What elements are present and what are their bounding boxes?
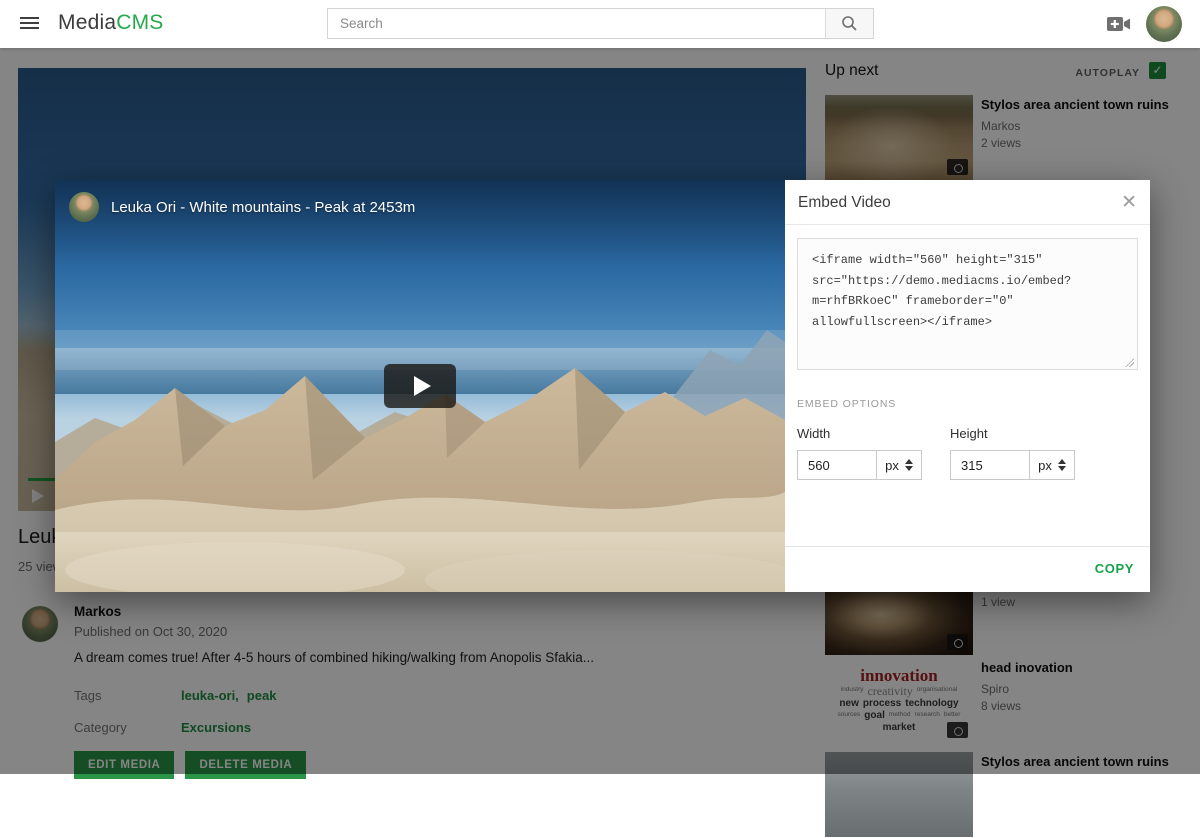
brand-media: Media [58, 11, 116, 34]
stepper-icon [905, 459, 913, 471]
height-input[interactable] [950, 450, 1030, 480]
modal-footer: COPY [785, 546, 1150, 592]
unit-value: px [885, 458, 899, 473]
width-label: Width [797, 426, 922, 441]
close-icon[interactable]: ✕ [1121, 191, 1137, 214]
top-header: MediaCMS [0, 0, 1200, 48]
brand-cms: CMS [116, 11, 163, 34]
embed-options-panel: Embed Video ✕ <iframe width="560" height… [785, 180, 1150, 592]
upload-media-button[interactable] [1106, 14, 1132, 34]
embed-preview-player[interactable]: Leuka Ori - White mountains - Peak at 24… [55, 180, 785, 592]
search-input[interactable] [328, 9, 825, 38]
unit-value: px [1038, 458, 1052, 473]
modal-title: Embed Video [798, 194, 891, 212]
search-button[interactable] [825, 9, 873, 38]
height-unit-select[interactable]: px [1030, 450, 1075, 480]
menu-icon[interactable] [20, 17, 39, 31]
big-play-button[interactable] [384, 364, 456, 408]
play-icon [414, 376, 431, 396]
height-label: Height [950, 426, 1075, 441]
width-input[interactable] [797, 450, 877, 480]
copy-button[interactable]: COPY [1095, 561, 1134, 576]
preview-author-avatar[interactable] [69, 192, 99, 222]
embed-video-modal: Leuka Ori - White mountains - Peak at 24… [55, 180, 1150, 592]
embed-options-heading: EMBED OPTIONS [797, 398, 1138, 410]
preview-title-gradient [55, 180, 785, 264]
modal-header: Embed Video ✕ [785, 180, 1150, 225]
preview-video-title[interactable]: Leuka Ori - White mountains - Peak at 24… [111, 199, 415, 216]
width-unit-select[interactable]: px [877, 450, 922, 480]
video-add-icon [1106, 14, 1132, 34]
stepper-icon [1058, 459, 1066, 471]
search-bar [327, 8, 874, 39]
embed-code-textarea[interactable]: <iframe width="560" height="315" src="ht… [797, 238, 1138, 370]
brand-logo[interactable]: MediaCMS [58, 11, 163, 35]
user-avatar[interactable] [1146, 6, 1182, 42]
search-icon [841, 15, 858, 32]
